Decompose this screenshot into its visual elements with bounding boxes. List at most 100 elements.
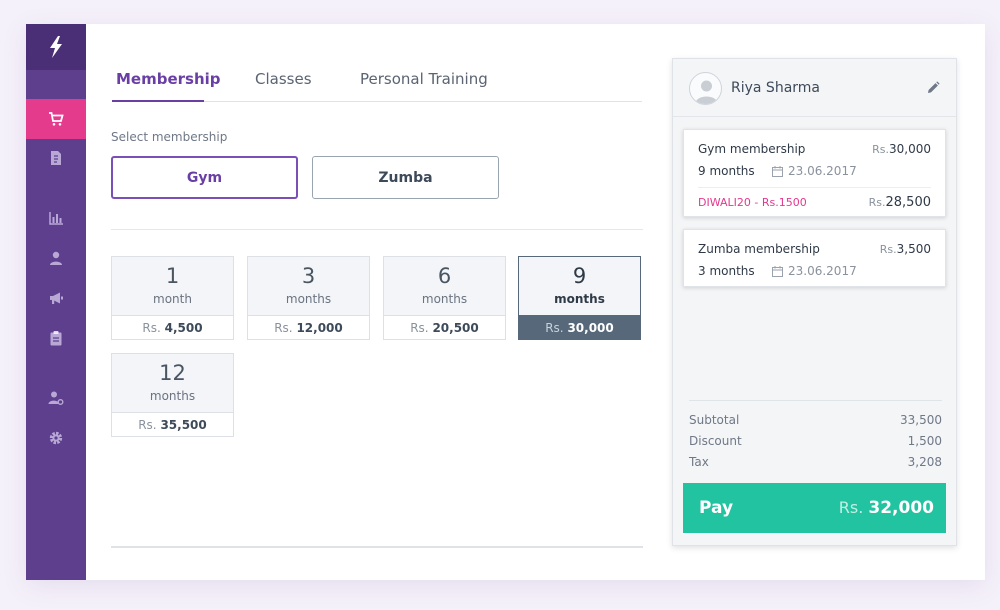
cart-item-net-prefix: Rs. xyxy=(868,196,886,209)
subtotal-label: Subtotal xyxy=(689,413,740,427)
plan-unit: months xyxy=(285,292,332,306)
subtotal-row: Subtotal 33,500 xyxy=(689,413,942,427)
bar-chart-icon xyxy=(49,212,63,225)
avatar[interactable] xyxy=(689,72,722,105)
plan-price-value: 30,000 xyxy=(567,321,614,335)
discount-row: Discount 1,500 xyxy=(689,434,942,448)
sidebar-item-invoices[interactable] xyxy=(26,138,86,178)
sidebar-item-reports[interactable] xyxy=(26,198,86,238)
plan-count: 12 xyxy=(159,361,186,385)
sidebar-item-campaigns[interactable] xyxy=(26,278,86,318)
cart-item-net: Rs.28,500 xyxy=(869,195,931,210)
section-divider xyxy=(111,229,643,230)
plan-card-3-months[interactable]: 3 months Rs. 12,000 xyxy=(247,256,370,340)
plan-currency: Rs. xyxy=(138,418,157,432)
zumba-button[interactable]: Zumba xyxy=(312,156,499,199)
cart-item-date-value: 23.06.2017 xyxy=(788,264,857,278)
membership-tabs: Membership Classes Personal Training xyxy=(112,68,642,102)
plan-card-12-months[interactable]: 12 months Rs. 35,500 xyxy=(111,353,234,437)
cart-item-date: 23.06.2017 xyxy=(772,164,857,178)
plan-currency: Rs. xyxy=(410,321,429,335)
lightning-logo-icon xyxy=(50,36,62,58)
bottom-divider xyxy=(111,546,643,548)
calendar-icon xyxy=(772,265,783,277)
pay-currency: Rs. xyxy=(838,498,864,517)
cart-item-amount: Rs.3,500 xyxy=(880,242,931,256)
active-tab-indicator xyxy=(112,100,204,102)
plan-unit: months xyxy=(421,292,468,306)
sidebar-item-user-settings[interactable] xyxy=(26,378,86,418)
plan-price-value: 4,500 xyxy=(164,321,203,335)
sidebar-item-cart[interactable] xyxy=(26,99,86,139)
pay-amount: Rs. 32,000 xyxy=(839,498,934,518)
plan-card-1-month[interactable]: 1 month Rs. 4,500 xyxy=(111,256,234,340)
pay-amount-value: 32,000 xyxy=(868,498,934,518)
cart-item-date: 23.06.2017 xyxy=(772,264,857,278)
plan-card-9-months[interactable]: 9 months Rs. 30,000 xyxy=(518,256,641,340)
plan-card-6-months[interactable]: 6 months Rs. 20,500 xyxy=(383,256,506,340)
customer-header: Riya Sharma xyxy=(673,59,956,117)
plan-price: Rs. 12,000 xyxy=(248,315,369,340)
cart-item-amount-value: 3,500 xyxy=(896,242,931,256)
cart-item-amount-value: 30,000 xyxy=(889,142,931,156)
select-membership-label: Select membership xyxy=(111,130,228,144)
cart-item-title: Gym membership xyxy=(698,142,806,156)
gym-button[interactable]: Gym xyxy=(111,156,298,199)
tax-value: 3,208 xyxy=(907,455,942,469)
tax-row: Tax 3,208 xyxy=(689,455,942,469)
clipboard-icon xyxy=(50,331,62,346)
totals-divider xyxy=(689,400,942,401)
plan-price-value: 20,500 xyxy=(432,321,479,335)
tax-label: Tax xyxy=(689,455,709,469)
cart-panel: Riya Sharma Gym membership Rs.30,000 9 m… xyxy=(672,58,957,546)
user-icon xyxy=(50,251,62,265)
plan-price: Rs. 4,500 xyxy=(112,315,233,340)
plan-price: Rs. 35,500 xyxy=(112,412,233,437)
tab-personal-training[interactable]: Personal Training xyxy=(360,70,488,88)
cart-item-separator xyxy=(698,187,931,188)
tab-classes[interactable]: Classes xyxy=(255,70,312,88)
app-window: Membership Classes Personal Training Sel… xyxy=(26,24,985,580)
plan-price-value: 12,000 xyxy=(296,321,343,335)
cart-item-net-value: 28,500 xyxy=(885,195,932,210)
tab-membership[interactable]: Membership xyxy=(116,70,221,88)
plan-count: 6 xyxy=(437,264,452,288)
plan-count: 9 xyxy=(572,264,587,288)
plan-currency: Rs. xyxy=(274,321,293,335)
discount-label: Discount xyxy=(689,434,742,448)
sidebar xyxy=(26,24,86,580)
plan-unit: months xyxy=(149,389,196,403)
plan-price: Rs. 20,500 xyxy=(384,315,505,340)
cart-item-duration: 3 months xyxy=(698,264,755,278)
user-placeholder-icon xyxy=(695,80,718,104)
sidebar-item-tasks[interactable] xyxy=(26,318,86,358)
plan-unit: month xyxy=(153,292,192,306)
cart-item-amount: Rs.30,000 xyxy=(872,142,931,156)
plan-currency: Rs. xyxy=(545,321,564,335)
megaphone-icon xyxy=(50,292,63,304)
coupon-code: DIWALI20 - Rs.1500 xyxy=(698,196,807,209)
user-settings-icon xyxy=(48,391,64,405)
cart-item-gym[interactable]: Gym membership Rs.30,000 9 months 23.06.… xyxy=(683,129,946,217)
cart-item-date-value: 23.06.2017 xyxy=(788,164,857,178)
sidebar-item-settings[interactable] xyxy=(26,418,86,458)
cart-item-amount-prefix: Rs. xyxy=(879,243,897,256)
pencil-icon[interactable] xyxy=(926,81,940,95)
gear-icon xyxy=(49,431,63,445)
plan-unit: months xyxy=(554,292,605,306)
plan-price: Rs. 30,000 xyxy=(519,315,640,340)
invoice-icon xyxy=(51,151,61,165)
cart-item-zumba[interactable]: Zumba membership Rs.3,500 3 months 23.06… xyxy=(683,229,946,287)
pay-button[interactable]: Pay Rs. 32,000 xyxy=(683,483,946,533)
cart-item-amount-prefix: Rs. xyxy=(872,143,889,156)
discount-value: 1,500 xyxy=(907,434,942,448)
sidebar-item-members[interactable] xyxy=(26,238,86,278)
plan-price-value: 35,500 xyxy=(160,418,207,432)
subtotal-value: 33,500 xyxy=(900,413,942,427)
logo[interactable] xyxy=(26,24,86,70)
calendar-icon xyxy=(772,165,783,177)
cart-item-duration: 9 months xyxy=(698,164,755,178)
plan-count: 3 xyxy=(301,264,316,288)
cart-item-title: Zumba membership xyxy=(698,242,820,256)
pay-label: Pay xyxy=(699,498,734,518)
